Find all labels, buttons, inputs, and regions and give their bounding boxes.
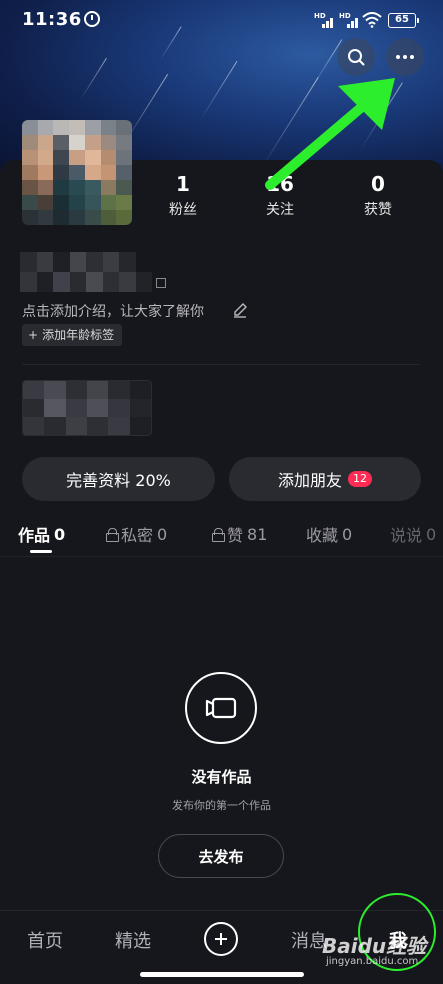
alarm-icon [84, 11, 100, 27]
avatar[interactable] [22, 120, 132, 225]
stat-followers[interactable]: 1 粉丝 [143, 172, 223, 219]
watermark-url: jingyan.baidu.com [326, 956, 419, 967]
tab-works[interactable]: 作品 0 [18, 522, 65, 546]
plus-icon [215, 933, 227, 945]
empty-state-subtitle: 发布你的第一个作品 [172, 799, 271, 812]
divider [0, 556, 443, 557]
add-friends-button[interactable]: 添加朋友 12 [229, 457, 421, 501]
battery-indicator: 65 [388, 13, 419, 28]
more-icon [396, 55, 414, 59]
search-icon [348, 49, 365, 66]
lock-icon [106, 528, 119, 542]
tab-favorites[interactable]: 收藏 0 [306, 522, 352, 546]
profile-card[interactable] [22, 380, 152, 436]
annotation-arrow-icon [265, 78, 395, 190]
username [20, 252, 152, 292]
tab-private[interactable]: 私密 0 [106, 522, 167, 546]
signal-icon: HD [314, 12, 336, 28]
content-tabs: 作品 0 私密 0 赞 81 收藏 0 说说 0 [0, 518, 443, 554]
nav-featured[interactable]: 精选 [115, 927, 151, 953]
complete-profile-button[interactable]: 完善资料 20% [22, 457, 215, 501]
watermark-logo: Baidu经验 [322, 934, 427, 958]
create-button[interactable] [204, 922, 238, 956]
home-indicator [140, 972, 304, 977]
wifi-icon [362, 12, 382, 28]
divider [22, 364, 420, 365]
status-time: 11:36 [22, 9, 82, 30]
plus-icon: + [28, 328, 39, 342]
nav-home[interactable]: 首页 [27, 927, 63, 953]
active-tab-indicator [30, 550, 52, 553]
signal-icon: HD [339, 12, 361, 28]
edit-icon[interactable] [232, 302, 248, 318]
status-bar: 11:36 HD HD 65 [0, 0, 443, 40]
video-camera-icon [185, 672, 257, 744]
empty-state-title: 没有作品 [191, 768, 252, 786]
qr-code-icon[interactable] [156, 278, 166, 288]
lock-icon [212, 528, 225, 542]
tab-moments[interactable]: 说说 0 [390, 522, 436, 546]
notification-badge: 12 [348, 471, 372, 487]
publish-button[interactable]: 去发布 [158, 834, 284, 878]
bio-placeholder[interactable]: 点击添加介绍，让大家了解你 [22, 301, 204, 321]
tab-liked[interactable]: 赞 81 [212, 522, 267, 546]
add-age-tag-button[interactable]: + 添加年龄标签 [22, 324, 123, 346]
